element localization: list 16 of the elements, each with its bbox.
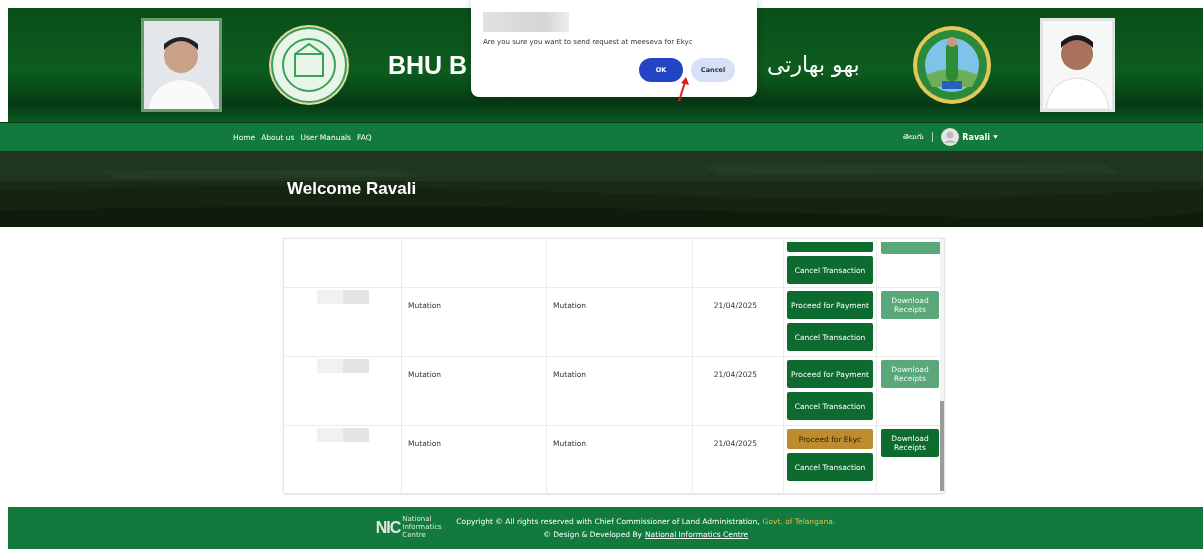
welcome-heading: Welcome Ravali <box>287 179 417 199</box>
seal-icon <box>268 24 350 106</box>
seal-icon <box>911 25 992 105</box>
scrollbar[interactable] <box>940 239 944 493</box>
blurred-id <box>316 290 369 304</box>
button-edge[interactable] <box>787 242 873 252</box>
scrollbar-thumb[interactable] <box>940 401 944 491</box>
site-title: BHU B <box>388 50 468 80</box>
annotation-arrow <box>676 76 690 102</box>
site-title-urdu: بهو بهارتی <box>766 51 861 80</box>
caret-icon <box>993 135 998 139</box>
logo-text: NIC <box>375 519 401 537</box>
blurred-id <box>316 359 369 373</box>
blurred-id <box>316 428 369 442</box>
user-menu[interactable]: Ravali <box>941 128 998 146</box>
avatar-icon <box>941 128 960 146</box>
